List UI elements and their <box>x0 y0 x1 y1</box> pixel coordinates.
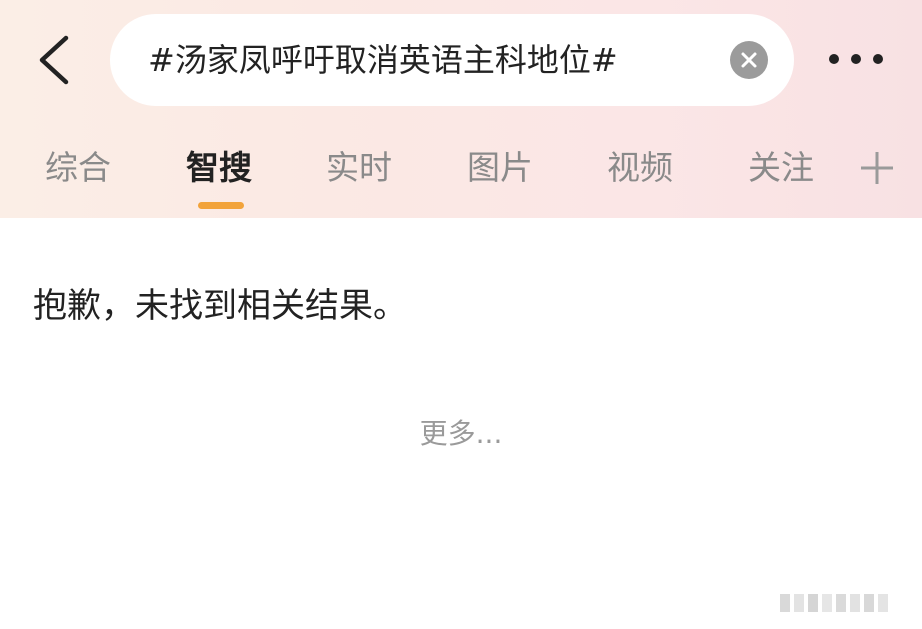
add-tab-button[interactable] <box>857 148 897 188</box>
empty-result-message: 抱歉，未找到相关结果。 <box>33 286 407 326</box>
watermark-icon <box>780 590 900 616</box>
tab-videos[interactable]: 视频 <box>607 140 673 196</box>
plus-icon <box>861 152 893 184</box>
active-tab-indicator <box>198 202 244 209</box>
tab-realtime[interactable]: 实时 <box>326 140 392 196</box>
tab-following[interactable]: 关注 <box>748 140 814 196</box>
more-dots-icon <box>829 54 883 64</box>
clear-search-button[interactable] <box>730 41 768 79</box>
back-arrow-icon <box>39 35 69 85</box>
more-link[interactable]: 更多... <box>0 412 922 452</box>
back-button[interactable] <box>30 30 80 90</box>
tab-comprehensive[interactable]: 综合 <box>45 140 111 196</box>
search-box[interactable]: #汤家凤呼吁取消英语主科地位# <box>110 14 794 106</box>
tab-smart-search[interactable]: 智搜 <box>186 140 252 196</box>
tab-images[interactable]: 图片 <box>467 140 533 196</box>
more-options-button[interactable] <box>826 44 886 74</box>
search-input[interactable]: #汤家凤呼吁取消英语主科地位# <box>148 14 688 106</box>
search-tabs: 综合 智搜 实时 图片 视频 关注 <box>0 140 922 218</box>
clear-icon <box>741 52 757 68</box>
